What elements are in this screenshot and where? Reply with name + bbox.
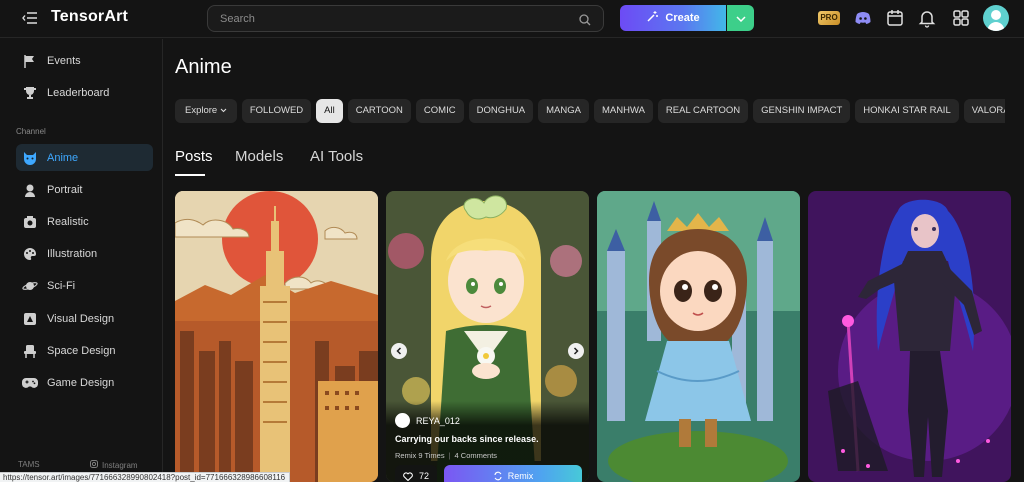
cat-icon [22,150,38,166]
chip-real-cartoon[interactable]: REAL CARTOON [657,99,749,123]
sidebar-item-realistic[interactable]: Realistic [16,208,153,235]
author-name: REYA_012 [416,415,460,426]
prev-image-button[interactable] [391,343,407,359]
footer-instagram-link[interactable]: Instagram [90,460,138,470]
search-input[interactable] [220,11,560,27]
remix-button[interactable]: Remix [444,465,582,482]
gamepad-icon [22,375,38,391]
sidebar-item-label: Space Design [47,344,116,357]
active-tab-indicator [175,174,205,176]
search-bar[interactable] [207,5,604,32]
remix-count: Remix 9 Times [395,451,445,460]
sidebar-item-leaderboard[interactable]: Leaderboard [16,79,153,106]
browser-status-url: https://tensor.art/images/77166632899080… [0,472,291,482]
chip-manhwa[interactable]: MANHWA [593,99,653,123]
page-title: Anime [175,56,232,78]
chip-cartoon[interactable]: CARTOON [347,99,411,123]
calendar-icon[interactable] [885,8,905,28]
sidebar-item-label: Sci-Fi [47,279,76,292]
post-card-featured[interactable]: REYA_012 Carrying our backs since releas… [386,191,589,482]
sidebar-item-anime[interactable]: Anime [16,144,153,171]
sidebar-item-label: Anime [47,151,79,164]
top-bar: TensorArt Create PRO [0,0,1024,38]
post-card[interactable] [808,191,1011,482]
tab-posts[interactable]: Posts [175,148,213,165]
search-icon[interactable] [579,13,591,26]
chip-genshin-impact[interactable]: GENSHIN IMPACT [753,99,851,123]
chip-manga[interactable]: MANGA [538,99,589,123]
like-button[interactable]: 72 [395,465,437,482]
instagram-icon [90,460,98,470]
channel-section-label: Channel [16,127,46,136]
category-chips: Explore FOLLOWED All CARTOON COMIC DONGHUA MA… [175,99,1005,123]
sidebar-item-events[interactable]: Events [16,47,153,74]
logo[interactable]: TensorArt [51,8,128,26]
planet-icon [22,278,38,294]
tab-models[interactable]: Models [235,148,283,165]
remix-icon [493,471,503,481]
sidebar-item-label: Leaderboard [47,86,110,99]
flag-icon [22,53,38,69]
like-count: 72 [418,471,429,481]
apps-grid-icon[interactable] [951,8,971,28]
chevron-down-icon [220,105,227,116]
chip-comic[interactable]: COMIC [415,99,464,123]
portrait-icon [22,182,38,198]
chevron-left-icon [395,347,403,355]
camera-icon [22,214,38,230]
remix-label: Remix [507,471,534,481]
post-card[interactable] [597,191,800,482]
chip-honkai-star-rail[interactable]: HONKAI STAR RAIL [855,99,959,123]
collapse-menu-icon[interactable] [22,11,38,25]
chip-all[interactable]: All [316,99,343,123]
pro-badge[interactable]: PRO [818,11,840,25]
create-button[interactable]: Create [620,5,726,31]
sidebar-item-label: Portrait [47,183,83,196]
create-dropdown-button[interactable] [727,5,754,31]
create-label: Create [665,12,700,24]
chip-donghua[interactable]: DONGHUA [468,99,534,123]
sidebar-item-portrait[interactable]: Portrait [16,176,153,203]
sidebar-item-sci-fi[interactable]: Sci-Fi [16,272,153,299]
sidebar: Events Leaderboard Channel Anime Portrai… [0,39,163,482]
sidebar-item-label: Realistic [47,215,89,228]
post-image-city [175,191,378,482]
tab-ai-tools[interactable]: AI Tools [310,148,363,165]
sidebar-item-space-design[interactable]: Space Design [16,337,153,364]
post-author[interactable]: REYA_012 [395,413,460,428]
sidebar-item-label: Game Design [47,376,115,389]
discord-icon[interactable] [853,8,873,28]
instagram-label: Instagram [102,460,138,470]
next-image-button[interactable] [568,343,584,359]
sidebar-item-visual-design[interactable]: Visual Design [16,305,153,332]
author-avatar [395,413,410,428]
sidebar-item-illustration[interactable]: Illustration [16,240,153,267]
footer-tams-link[interactable]: TAMS [18,460,40,469]
chevron-down-icon [735,9,746,27]
comments-count: 4 Comments [454,451,498,460]
explore-label: Explore [185,105,218,116]
design-icon [22,311,38,327]
trophy-icon [22,85,38,101]
post-card[interactable] [175,191,378,482]
sidebar-item-label: Events [47,54,81,67]
sidebar-item-label: Visual Design [47,312,115,325]
chair-icon [22,343,38,359]
post-image-princess [597,191,800,482]
magic-wand-icon [646,10,659,26]
sidebar-item-label: Illustration [47,247,98,260]
bell-icon[interactable] [917,8,937,28]
chip-valorant[interactable]: VALORANT [963,99,1005,123]
palette-icon [22,246,38,262]
post-meta: Remix 9 Times | 4 Comments [395,451,497,460]
meta-separator: | [448,451,451,460]
user-avatar[interactable] [983,5,1009,31]
heart-icon [403,471,413,481]
post-title: Carrying our backs since release. [395,434,539,444]
sidebar-item-game-design[interactable]: Game Design [16,369,153,396]
post-image-cyber-girl [808,191,1011,482]
chevron-right-icon [572,347,580,355]
chip-followed[interactable]: FOLLOWED [241,99,312,123]
explore-dropdown[interactable]: Explore [175,99,237,123]
